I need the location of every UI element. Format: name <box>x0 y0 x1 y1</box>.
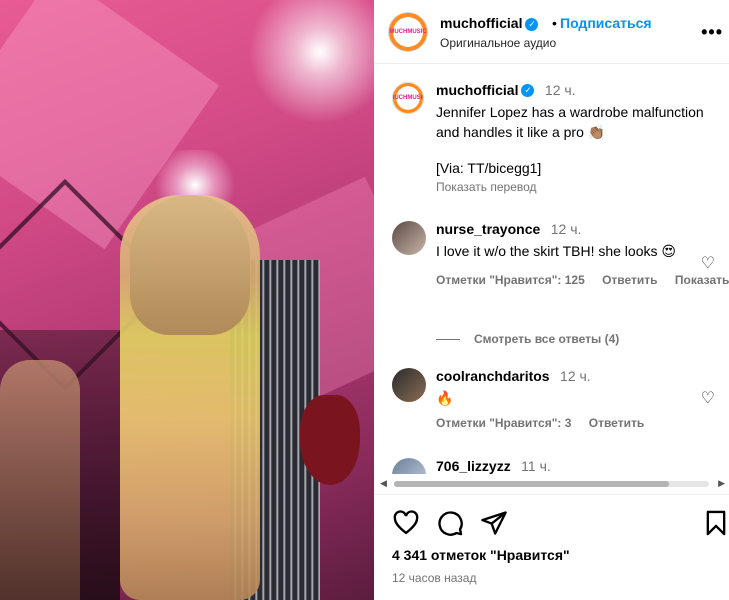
comments-list[interactable]: MUCHMUSIC muchofficial✓ 12 ч. Jennifer L… <box>374 64 729 474</box>
post-header: MUCHMUSIC muchofficial ✓ • Подписаться Ор… <box>374 0 729 64</box>
performer-hair <box>130 195 250 335</box>
post-video[interactable] <box>0 0 374 600</box>
reply-button[interactable]: Ответить <box>589 416 644 430</box>
replies-line <box>436 339 460 341</box>
account-name-link[interactable]: muchofficial ✓ <box>440 15 539 31</box>
post-panel: MUCHMUSIC muchofficial ✓ • Подписаться Ор… <box>374 0 729 600</box>
comment-time[interactable]: 12 ч. <box>551 221 582 237</box>
commenter-name[interactable]: 706_lizzyzz <box>436 458 511 474</box>
comment-time[interactable]: 12 ч. <box>560 368 591 384</box>
comment-like-heart-icon[interactable]: ♡ <box>701 388 715 408</box>
stage-light <box>230 0 374 130</box>
comment-like-heart-icon[interactable]: ♡ <box>701 253 715 273</box>
share-icon[interactable] <box>480 509 508 537</box>
caption-avatar[interactable]: MUCHMUSIC <box>392 82 424 114</box>
commenter-avatar[interactable] <box>392 368 426 402</box>
reply-button[interactable]: Ответить <box>602 273 657 287</box>
comment-icon[interactable] <box>436 509 464 537</box>
commenter-name[interactable]: coolranchdaritos <box>436 368 550 384</box>
view-replies-label: Смотреть все ответы (4) <box>474 332 620 346</box>
scrollbar-thumb[interactable] <box>394 481 669 487</box>
likes-count[interactable]: 4 341 отметок "Нравится" <box>392 547 570 563</box>
comment-text: I love it w/o the skirt TBH! she looks 😍 <box>436 243 676 259</box>
audio-link[interactable]: Оригинальное аудио <box>440 36 556 50</box>
commenter-avatar[interactable] <box>392 221 426 255</box>
caption-time[interactable]: 12 ч. <box>545 82 576 98</box>
caption-text: Jennifer Lopez has a wardrobe malfunctio… <box>436 104 704 140</box>
background-dancer <box>0 360 80 600</box>
commenter-avatar[interactable] <box>392 458 426 474</box>
verified-badge-icon: ✓ <box>521 84 535 98</box>
scroll-left-icon[interactable]: ◀ <box>380 478 387 489</box>
translate-button[interactable]: Показать перевод <box>436 180 721 194</box>
separator-dot: • <box>552 15 557 31</box>
follow-button[interactable]: Подписаться <box>560 15 652 31</box>
comment-text: 🔥 <box>436 390 454 406</box>
post-actions: 4 341 отметок "Нравится" 12 часов назад <box>374 494 729 600</box>
more-comment-options[interactable]: Показать <box>675 273 729 287</box>
guitar <box>300 395 360 485</box>
comment-time[interactable]: 11 ч. <box>521 458 551 474</box>
avatar-logo-text: MUCHMUSIC <box>389 29 427 35</box>
comment-likes[interactable]: Отметки "Нравится": 125 <box>436 273 585 287</box>
bookmark-icon[interactable] <box>702 509 729 537</box>
account-avatar[interactable]: MUCHMUSIC <box>388 12 428 52</box>
caption: muchofficial ✓ 12 ч. Jennifer Lopez has a… <box>436 82 721 194</box>
heart-icon[interactable] <box>392 509 420 537</box>
verified-badge-icon: ✓ <box>525 17 539 31</box>
horizontal-scrollbar[interactable]: ◀ ▶ <box>380 478 725 488</box>
caption-via: [Via: TT/bicegg1] <box>436 160 542 176</box>
account-name: muchofficial <box>440 15 523 31</box>
more-options-icon[interactable]: ••• <box>701 22 723 43</box>
posted-time[interactable]: 12 часов назад <box>392 571 476 585</box>
view-replies-button[interactable]: Смотреть все ответы (4) <box>436 332 619 346</box>
avatar-logo-text: MUCHMUSIC <box>393 95 423 101</box>
comment-likes[interactable]: Отметки "Нравится": 3 <box>436 416 571 430</box>
commenter-name[interactable]: nurse_trayonce <box>436 221 540 237</box>
scroll-right-icon[interactable]: ▶ <box>718 478 725 489</box>
caption-author[interactable]: muchofficial <box>436 82 518 98</box>
